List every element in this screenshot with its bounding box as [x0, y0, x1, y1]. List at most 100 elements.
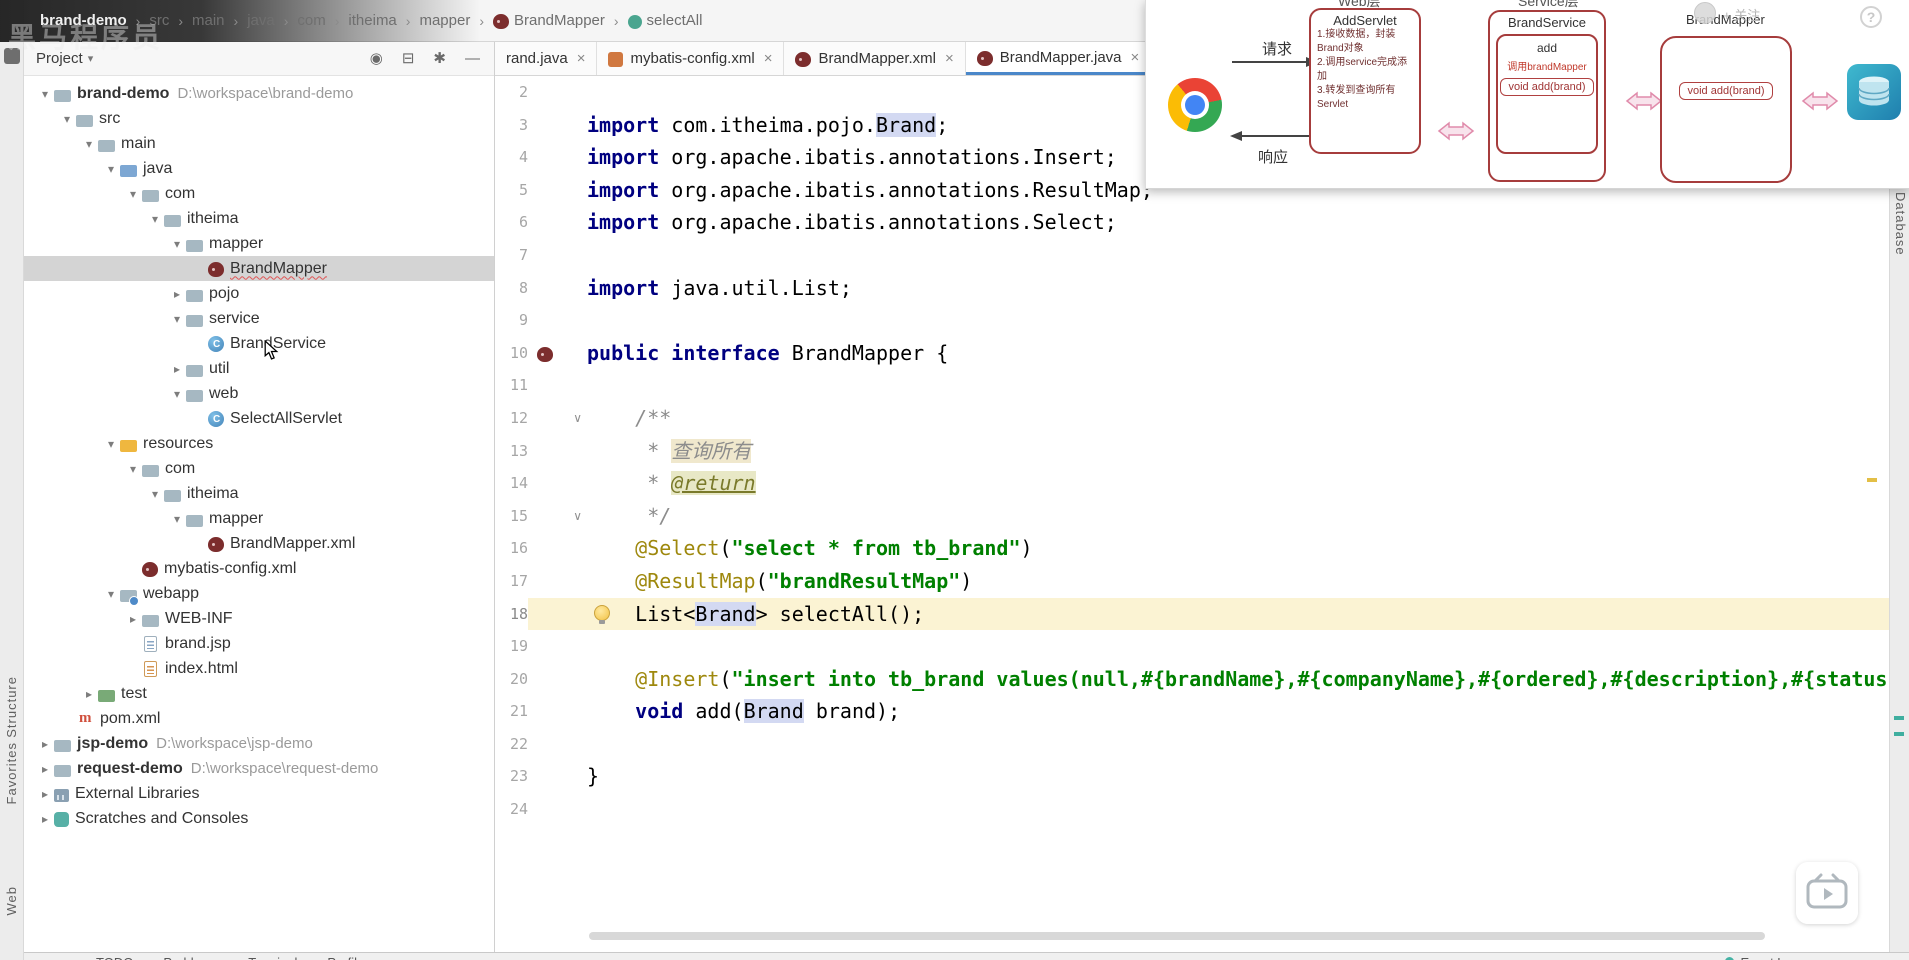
tree-item[interactable]: pom.xml: [24, 706, 494, 731]
code-line[interactable]: 12 ∨ /**: [495, 402, 1889, 435]
editor-tab[interactable]: rand.java ×: [495, 42, 598, 75]
project-tree[interactable]: ▾ brand-demo D:\workspace\brand-demo ▾ src ▾ m…: [24, 76, 494, 951]
expand-arrow-icon[interactable]: ▾: [124, 462, 142, 476]
tool-button-favorites[interactable]: Favorites: [4, 742, 19, 804]
tree-item[interactable]: index.html: [24, 656, 494, 681]
line-number[interactable]: 22: [495, 728, 528, 761]
tree-item[interactable]: SelectAllServlet: [24, 406, 494, 431]
tree-item[interactable]: ▸ jsp-demo D:\workspace\jsp-demo: [24, 731, 494, 756]
line-number[interactable]: 3: [495, 109, 528, 142]
line-number[interactable]: 4: [495, 141, 528, 174]
uploader-avatar[interactable]: [1694, 2, 1716, 24]
status-bar-item[interactable]: Terminal: [248, 955, 297, 960]
line-number[interactable]: 13: [495, 435, 528, 468]
expand-arrow-icon[interactable]: ▾: [102, 162, 120, 176]
tool-button-database[interactable]: Database: [1893, 192, 1908, 256]
line-number[interactable]: 2: [495, 76, 528, 109]
locate-icon[interactable]: ◉: [370, 51, 383, 66]
code-line[interactable]: 10 public interface BrandMapper {: [495, 337, 1889, 370]
line-number[interactable]: 14: [495, 467, 528, 500]
settings-icon[interactable]: ✱: [433, 51, 446, 66]
expand-arrow-icon[interactable]: ▸: [168, 287, 186, 301]
expand-arrow-icon[interactable]: ▾: [168, 512, 186, 526]
line-number[interactable]: 21: [495, 695, 528, 728]
breadcrumb-item[interactable]: itheima: [348, 12, 396, 29]
expand-arrow-icon[interactable]: ▾: [58, 112, 76, 126]
line-number[interactable]: 23: [495, 760, 528, 793]
code-line[interactable]: 16 @Select("select * from tb_brand"): [495, 532, 1889, 565]
tree-item[interactable]: ▾ service: [24, 306, 494, 331]
tree-item[interactable]: BrandMapper.xml: [24, 531, 494, 556]
status-event-log[interactable]: Event Log: [1725, 955, 1799, 960]
code-line[interactable]: 6 import org.apache.ibatis.annotations.Se…: [495, 206, 1889, 239]
tree-item[interactable]: ▾ src: [24, 106, 494, 131]
editor-tab[interactable]: BrandMapper.xml ×: [784, 42, 966, 75]
panel-splitter[interactable]: [494, 42, 495, 952]
tree-item[interactable]: ▸ External Libraries: [24, 781, 494, 806]
line-number[interactable]: 10: [495, 337, 528, 370]
tree-item[interactable]: ▸ test: [24, 681, 494, 706]
code-line[interactable]: 17 @ResultMap("brandResultMap"): [495, 565, 1889, 598]
project-panel-title[interactable]: Project ▾: [36, 50, 93, 67]
tree-item[interactable]: ▸ request-demo D:\workspace\request-demo: [24, 756, 494, 781]
breadcrumb-item[interactable]: selectAll: [627, 12, 702, 29]
editor-tab[interactable]: BrandMapper.java ×: [965, 42, 1152, 75]
line-number[interactable]: 8: [495, 272, 528, 305]
breadcrumb-item[interactable]: mapper: [419, 12, 470, 29]
line-number[interactable]: 9: [495, 304, 528, 337]
breadcrumb-item[interactable]: com: [297, 12, 325, 29]
expand-arrow-icon[interactable]: ▸: [36, 737, 54, 751]
horizontal-scrollbar[interactable]: [589, 932, 1765, 940]
expand-arrow-icon[interactable]: ▸: [36, 787, 54, 801]
code-line[interactable]: 24: [495, 793, 1889, 826]
code-line[interactable]: 22: [495, 728, 1889, 761]
tree-item[interactable]: ▾ web: [24, 381, 494, 406]
close-icon[interactable]: ×: [764, 50, 773, 67]
status-bar-item[interactable]: Profiler: [327, 955, 368, 960]
tree-item[interactable]: ▾ itheima: [24, 206, 494, 231]
tree-item[interactable]: ▾ mapper: [24, 506, 494, 531]
line-number[interactable]: 18: [495, 598, 528, 631]
info-stripe-mark[interactable]: [1894, 716, 1904, 720]
line-number[interactable]: 17: [495, 565, 528, 598]
line-number[interactable]: 5: [495, 174, 528, 207]
breadcrumb-item[interactable]: brand-demo: [40, 12, 127, 29]
hide-icon[interactable]: —: [465, 51, 480, 66]
tool-button-web[interactable]: Web: [4, 886, 19, 916]
tree-item[interactable]: BrandMapper: [24, 256, 494, 281]
line-number[interactable]: 16: [495, 532, 528, 565]
tree-item[interactable]: ▸ util: [24, 356, 494, 381]
code-line[interactable]: 9: [495, 304, 1889, 337]
line-number[interactable]: 12: [495, 402, 528, 435]
expand-arrow-icon[interactable]: ▾: [146, 487, 164, 501]
code-line[interactable]: 11: [495, 369, 1889, 402]
tree-item[interactable]: ▾ resources: [24, 431, 494, 456]
code-line[interactable]: 15 ∨ */: [495, 500, 1889, 533]
tree-item[interactable]: ▾ java: [24, 156, 494, 181]
tree-item[interactable]: ▸ pojo: [24, 281, 494, 306]
breadcrumb-item[interactable]: main: [192, 12, 225, 29]
fold-icon[interactable]: ∨: [573, 500, 582, 533]
tree-item[interactable]: ▸ WEB-INF: [24, 606, 494, 631]
code-line[interactable]: 19: [495, 630, 1889, 663]
line-number[interactable]: 20: [495, 663, 528, 696]
line-number[interactable]: 11: [495, 369, 528, 402]
line-number[interactable]: 24: [495, 793, 528, 826]
tree-item[interactable]: ▸ Scratches and Consoles: [24, 806, 494, 831]
project-tool-button[interactable]: [4, 48, 20, 64]
expand-arrow-icon[interactable]: ▸: [124, 612, 142, 626]
tree-item[interactable]: ▾ itheima: [24, 481, 494, 506]
warning-stripe-mark[interactable]: [1867, 478, 1877, 482]
info-stripe-mark[interactable]: [1894, 732, 1904, 736]
close-icon[interactable]: ×: [945, 50, 954, 67]
help-icon[interactable]: ?: [1860, 6, 1882, 28]
tree-item[interactable]: ▾ brand-demo D:\workspace\brand-demo: [24, 81, 494, 106]
line-number[interactable]: 15: [495, 500, 528, 533]
fold-icon[interactable]: ∨: [573, 402, 582, 435]
tree-item[interactable]: BrandService: [24, 331, 494, 356]
line-number[interactable]: 19: [495, 630, 528, 663]
expand-arrow-icon[interactable]: ▾: [102, 437, 120, 451]
follow-button[interactable]: 关注: [1723, 5, 1760, 24]
line-number[interactable]: 7: [495, 239, 528, 272]
status-bar-item[interactable]: TODO: [96, 955, 133, 960]
